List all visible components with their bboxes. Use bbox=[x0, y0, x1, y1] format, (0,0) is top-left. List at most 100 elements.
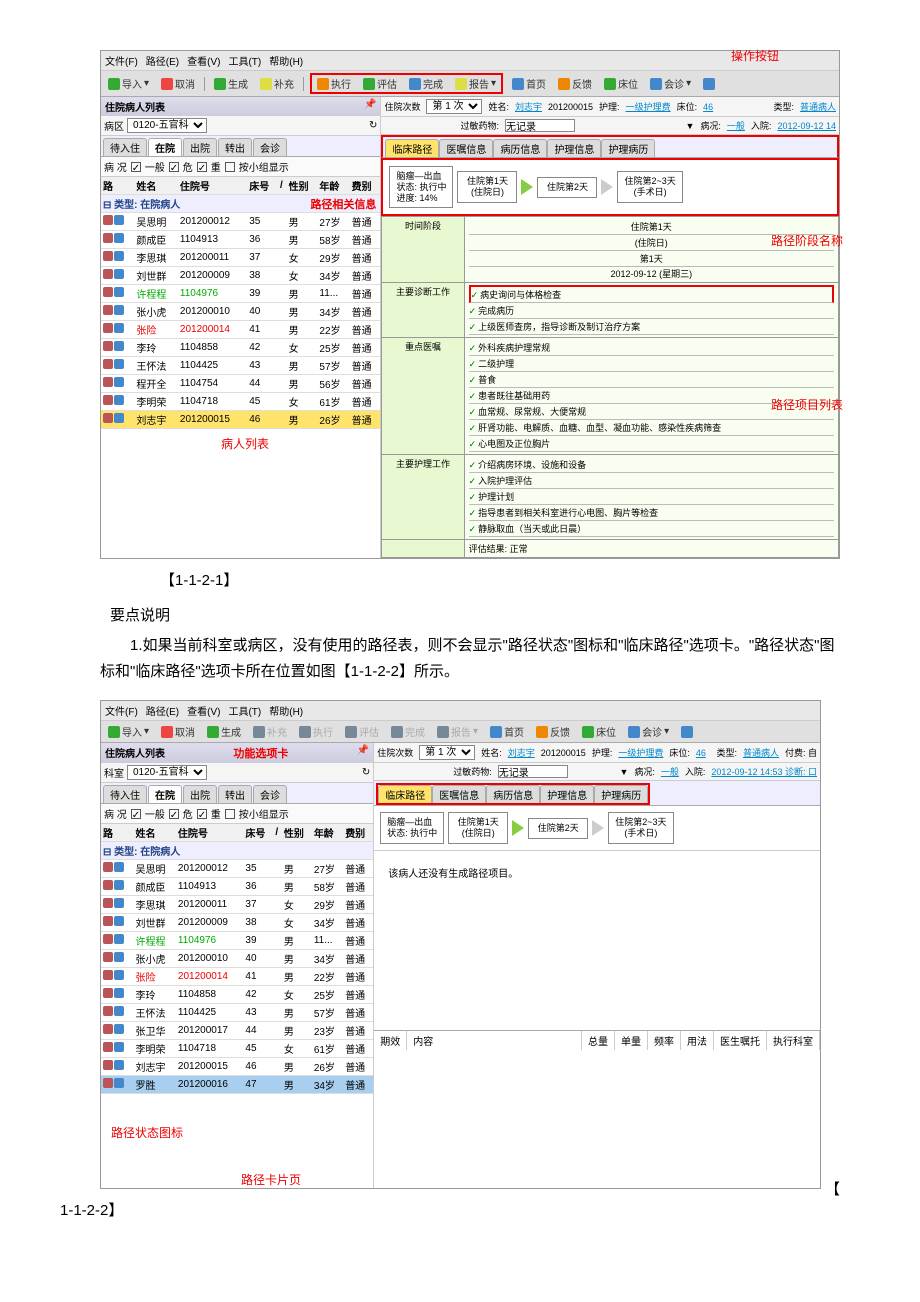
tab-in[interactable]: 在院 bbox=[148, 138, 182, 156]
tab-nurserec[interactable]: 护理病历 bbox=[594, 785, 648, 803]
table-row[interactable]: 王怀法110442543男57岁普通 bbox=[101, 357, 380, 375]
cp-item[interactable]: 介绍病房环境、设施和设备 bbox=[469, 457, 834, 473]
btn-bed[interactable]: 床位 bbox=[601, 75, 641, 92]
table-row[interactable]: 刘志宇20120001546男26岁普通 bbox=[101, 411, 380, 429]
col-ud[interactable]: / bbox=[278, 177, 287, 195]
col-fee[interactable]: 费别 bbox=[350, 177, 381, 195]
menu-view[interactable]: 查看(V) bbox=[187, 703, 220, 718]
menu-path[interactable]: 路径(E) bbox=[146, 53, 179, 68]
btn-home[interactable]: 首页 bbox=[509, 75, 549, 92]
btn-report[interactable]: 报告▾ bbox=[452, 75, 499, 92]
cp-item[interactable]: 完成病历 bbox=[469, 303, 834, 319]
btn-complete[interactable]: 完成 bbox=[406, 75, 446, 92]
menu-file[interactable]: 文件(F) bbox=[105, 703, 138, 718]
tab-pending[interactable]: 待入住 bbox=[103, 785, 147, 803]
refresh-icon[interactable]: ↻ bbox=[369, 120, 377, 131]
tab-order[interactable]: 医嘱信息 bbox=[432, 785, 486, 803]
cb-group[interactable] bbox=[225, 162, 235, 172]
table-row[interactable]: 张小虎20120001040男34岁普通 bbox=[101, 950, 373, 968]
tab-nurse[interactable]: 护理信息 bbox=[540, 785, 594, 803]
tab-nurse[interactable]: 护理信息 bbox=[547, 139, 601, 157]
table-row[interactable]: 王怀法110442543男57岁普通 bbox=[101, 1004, 373, 1022]
btn-feedback[interactable]: 反馈 bbox=[555, 75, 595, 92]
allergy-input[interactable] bbox=[498, 765, 568, 778]
cp-item[interactable]: 指导患者到相关科室进行心电图、胸片等检查 bbox=[469, 505, 834, 521]
cp-item[interactable]: 普食 bbox=[469, 372, 834, 388]
cp-item[interactable]: 病史询问与体格检查 bbox=[469, 285, 834, 303]
cp-item[interactable]: 上级医师查房，指导诊断及制订治疗方案 bbox=[469, 319, 834, 335]
menu-help[interactable]: 帮助(H) bbox=[269, 53, 303, 68]
tab-transfer[interactable]: 转出 bbox=[218, 138, 252, 156]
tab-pending[interactable]: 待入住 bbox=[103, 138, 147, 156]
refresh-icon[interactable]: ↻ bbox=[362, 767, 370, 778]
col-id[interactable]: 住院号 bbox=[178, 177, 247, 195]
btn-help[interactable] bbox=[700, 77, 718, 91]
table-row[interactable]: 李思琪20120001137女29岁普通 bbox=[101, 896, 373, 914]
btn-consult[interactable]: 会诊▾ bbox=[647, 75, 694, 92]
btn-generate[interactable]: 生成 bbox=[211, 75, 251, 92]
cp-item[interactable]: 患者既往基础用药 bbox=[469, 388, 834, 404]
btn-help[interactable] bbox=[678, 725, 696, 739]
btn-cancel[interactable]: 取消 bbox=[158, 723, 198, 740]
tab-out[interactable]: 出院 bbox=[183, 785, 217, 803]
col-bed[interactable]: 床号 bbox=[247, 177, 278, 195]
table-row[interactable]: 许程程110497639男11...普通 bbox=[101, 285, 380, 303]
phase-1[interactable]: 住院第1天(住院日) bbox=[448, 812, 508, 844]
btn-import[interactable]: 导入▾ bbox=[105, 723, 152, 740]
btn-bed[interactable]: 床位 bbox=[579, 723, 619, 740]
allergy-input[interactable] bbox=[505, 119, 575, 132]
table-row[interactable]: 罗胜20120001647男34岁普通 bbox=[101, 1076, 373, 1094]
cp-item[interactable]: 静脉取血（当天或此日晨） bbox=[469, 521, 834, 537]
table-row[interactable]: 李玲110485842女25岁普通 bbox=[101, 339, 380, 357]
tab-cp[interactable]: 临床路径 bbox=[378, 785, 432, 803]
menu-view[interactable]: 查看(V) bbox=[187, 53, 220, 68]
pin-icon[interactable]: 📌 bbox=[357, 745, 369, 761]
btn-execute[interactable]: 执行 bbox=[314, 75, 354, 92]
col-age[interactable]: 年龄 bbox=[317, 177, 349, 195]
col-name[interactable]: 姓名 bbox=[134, 177, 178, 195]
table-row[interactable]: 李明荣110471845女61岁普通 bbox=[101, 393, 380, 411]
tab-consult[interactable]: 会诊 bbox=[253, 138, 287, 156]
tab-cp[interactable]: 临床路径 bbox=[385, 139, 439, 157]
btn-evaluate[interactable]: 评估 bbox=[360, 75, 400, 92]
table-row[interactable]: 吴思明20120001235男27岁普通 bbox=[101, 860, 373, 878]
cp-item[interactable]: 心电图及正位胸片 bbox=[469, 436, 834, 452]
tab-in[interactable]: 在院 bbox=[148, 785, 182, 803]
col-path[interactable]: 路 bbox=[101, 177, 134, 195]
btn-feedback[interactable]: 反馈 bbox=[533, 723, 573, 740]
table-row[interactable]: 颜成臣110491336男58岁普通 bbox=[101, 231, 380, 249]
cp-item[interactable]: 二级护理 bbox=[469, 356, 834, 372]
cp-item[interactable]: 护理计划 bbox=[469, 489, 834, 505]
cp-item[interactable]: 肝肾功能、电解质、血糖、血型、凝血功能、感染性疾病筛查 bbox=[469, 420, 834, 436]
btn-import[interactable]: 导入▾ bbox=[105, 75, 152, 92]
ward-select[interactable]: 0120-五官科 bbox=[127, 765, 207, 780]
patient-name[interactable]: 刘志宇 bbox=[515, 100, 542, 113]
phase-3[interactable]: 住院第2~3天(手术日) bbox=[617, 171, 682, 203]
phase-1[interactable]: 住院第1天(住院日) bbox=[457, 171, 517, 203]
table-row[interactable]: 张险20120001441男22岁普通 bbox=[101, 968, 373, 986]
visits-select[interactable]: 第 1 次 bbox=[426, 99, 482, 114]
btn-home[interactable]: 首页 bbox=[487, 723, 527, 740]
phase-2[interactable]: 住院第2天 bbox=[528, 818, 588, 839]
phase-2[interactable]: 住院第2天 bbox=[537, 177, 597, 198]
table-row[interactable]: 李思琪20120001137女29岁普通 bbox=[101, 249, 380, 267]
table-row[interactable]: 张小虎20120001040男34岁普通 bbox=[101, 303, 380, 321]
table-row[interactable]: 张险20120001441男22岁普通 bbox=[101, 321, 380, 339]
menu-tool[interactable]: 工具(T) bbox=[228, 53, 261, 68]
table-row[interactable]: 李玲110485842女25岁普通 bbox=[101, 986, 373, 1004]
tab-out[interactable]: 出院 bbox=[183, 138, 217, 156]
table-row[interactable]: 刘世群20120000938女34岁普通 bbox=[101, 267, 380, 285]
tab-consult[interactable]: 会诊 bbox=[253, 785, 287, 803]
cp-item[interactable]: 外科疾病护理常规 bbox=[469, 340, 834, 356]
tab-nurserec[interactable]: 护理病历 bbox=[601, 139, 655, 157]
table-row[interactable]: 颜成臣110491336男58岁普通 bbox=[101, 878, 373, 896]
cb-general[interactable]: ✓ bbox=[131, 162, 141, 172]
menu-path[interactable]: 路径(E) bbox=[146, 703, 179, 718]
menu-tool[interactable]: 工具(T) bbox=[228, 703, 261, 718]
menu-file[interactable]: 文件(F) bbox=[105, 53, 138, 68]
tab-record[interactable]: 病历信息 bbox=[486, 785, 540, 803]
cb-danger[interactable]: ✓ bbox=[169, 162, 179, 172]
menu-help[interactable]: 帮助(H) bbox=[269, 703, 303, 718]
ward-select[interactable]: 0120-五官科 bbox=[127, 118, 207, 133]
btn-cancel[interactable]: 取消 bbox=[158, 75, 198, 92]
